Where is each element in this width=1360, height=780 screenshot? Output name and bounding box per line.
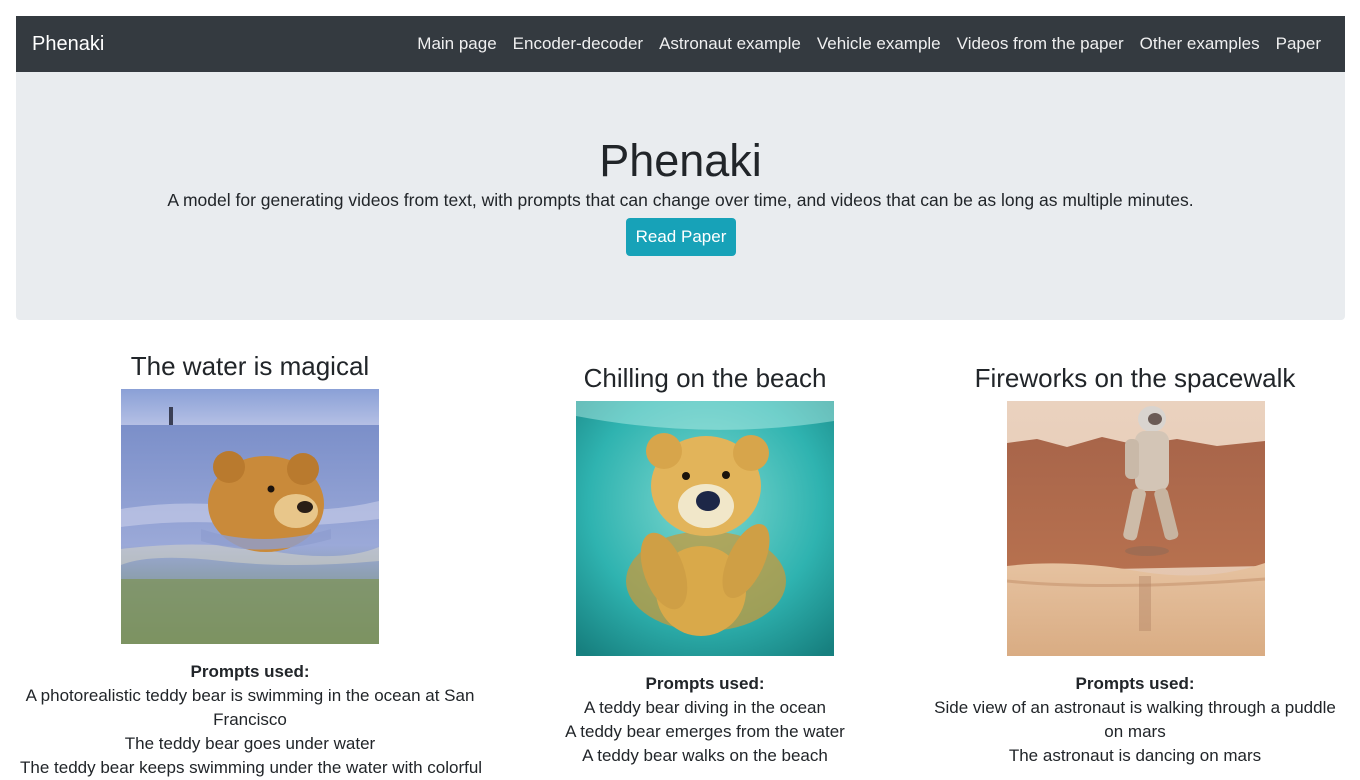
read-paper-button[interactable]: Read Paper bbox=[626, 218, 736, 256]
example-video-teddy-bear-swimming[interactable] bbox=[121, 389, 379, 644]
prompt-line: Side view of an astronaut is walking thr… bbox=[934, 698, 1336, 741]
example-video-teddy-bear-diving[interactable] bbox=[576, 401, 834, 656]
hero-subtitle: A model for generating videos from text,… bbox=[167, 190, 1194, 210]
prompts-label: Prompts used: bbox=[190, 662, 310, 681]
example-card-water-magical: The water is magical bbox=[100, 351, 400, 381]
prompts-block: Prompts used: Side view of an astronaut … bbox=[925, 672, 1345, 768]
hero-section: Phenaki A model for generating videos fr… bbox=[16, 72, 1345, 320]
prompt-line: A teddy bear diving in the ocean bbox=[584, 698, 826, 717]
nav-link-encoder-decoder[interactable]: Encoder-decoder bbox=[505, 16, 651, 72]
prompt-line: The teddy bear goes under water bbox=[124, 734, 376, 753]
prompts-block: Prompts used: A teddy bear diving in the… bbox=[505, 672, 905, 768]
prompt-line: A photorealistic teddy bear is swimming … bbox=[25, 686, 475, 729]
nav-link-paper[interactable]: Paper bbox=[1268, 16, 1329, 72]
prompt-line: A teddy bear emerges from the water bbox=[565, 722, 845, 741]
nav-links: Main page Encoder-decoder Astronaut exam… bbox=[409, 16, 1329, 72]
hero-title: Phenaki bbox=[599, 135, 762, 186]
prompts-block: Prompts used: A photorealistic teddy bea… bbox=[20, 660, 483, 780]
nav-link-videos-from-paper[interactable]: Videos from the paper bbox=[949, 16, 1132, 72]
prompts-label: Prompts used: bbox=[645, 674, 765, 693]
prompt-line: The astronaut is dancing on mars bbox=[1008, 746, 1262, 765]
example-card-chilling-beach: Chilling on the beach bbox=[555, 363, 855, 393]
nav-link-main-page[interactable]: Main page bbox=[409, 16, 504, 72]
nav-link-vehicle-example[interactable]: Vehicle example bbox=[809, 16, 949, 72]
example-title: The water is magical bbox=[130, 351, 370, 381]
prompt-line: The teddy bear keeps swimming under the … bbox=[20, 758, 483, 777]
example-card-fireworks-spacewalk: Fireworks on the spacewalk bbox=[960, 363, 1310, 393]
example-video-astronaut-on-mars[interactable] bbox=[1007, 401, 1265, 656]
nav-link-astronaut-example[interactable]: Astronaut example bbox=[651, 16, 809, 72]
example-title: Fireworks on the spacewalk bbox=[974, 363, 1296, 393]
example-title: Chilling on the beach bbox=[583, 363, 827, 393]
prompt-line: A teddy bear walks on the beach bbox=[582, 746, 828, 765]
navbar-brand[interactable]: Phenaki bbox=[32, 16, 104, 72]
nav-link-other-examples[interactable]: Other examples bbox=[1132, 16, 1268, 72]
prompts-label: Prompts used: bbox=[1075, 674, 1195, 693]
top-navbar: Phenaki Main page Encoder-decoder Astron… bbox=[16, 16, 1345, 72]
